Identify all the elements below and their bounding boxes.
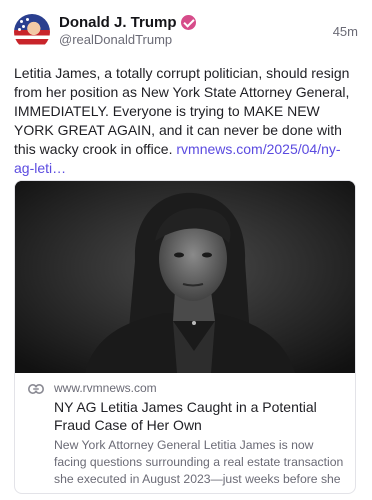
avatar[interactable] bbox=[14, 14, 50, 50]
link-preview-card[interactable]: www.rvmnews.com NY AG Letitia James Caug… bbox=[14, 180, 356, 494]
author-display-name[interactable]: Donald J. Trump bbox=[59, 14, 177, 31]
card-title[interactable]: NY AG Letitia James Caught in a Potentia… bbox=[54, 398, 346, 434]
post-timestamp[interactable]: 45m bbox=[333, 24, 358, 39]
card-image[interactable] bbox=[15, 181, 355, 373]
news-photo-illustration bbox=[15, 181, 355, 373]
author-name-row[interactable]: Donald J. Trump bbox=[59, 14, 196, 31]
status-text: Letitia James, a totally corrupt politic… bbox=[14, 64, 354, 178]
verified-badge-icon bbox=[180, 15, 196, 30]
author-handle[interactable]: @realDonaldTrump bbox=[59, 32, 172, 47]
card-domain: www.rvmnews.com bbox=[54, 381, 157, 395]
post: Donald J. Trump @realDonaldTrump 45m Let… bbox=[0, 0, 372, 500]
card-footer[interactable]: www.rvmnews.com NY AG Letitia James Caug… bbox=[15, 373, 355, 493]
link-icon bbox=[28, 384, 44, 394]
card-description: New York Attorney General Letitia James … bbox=[54, 438, 344, 486]
